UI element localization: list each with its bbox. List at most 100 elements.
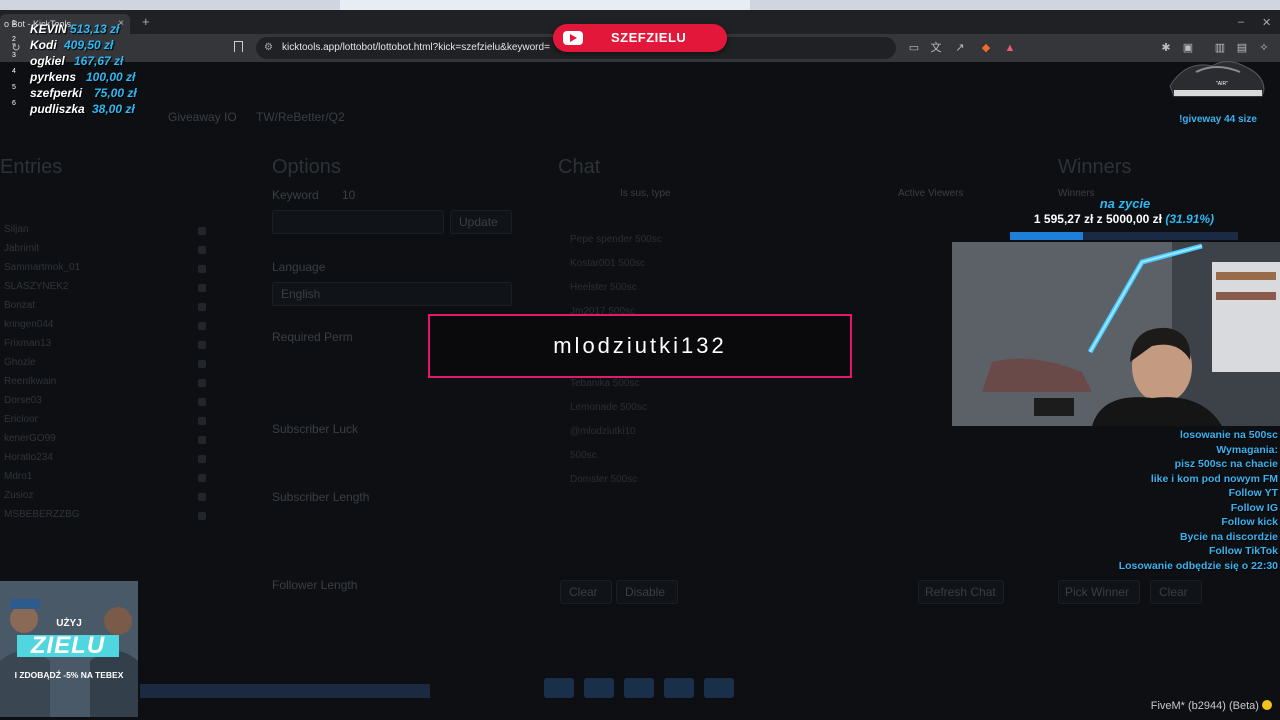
options-heading: Options [272, 156, 341, 178]
minimize-icon[interactable]: – [1238, 16, 1244, 28]
rewards-icon[interactable]: ▲ [1004, 42, 1016, 54]
entry-remove-icon[interactable] [198, 246, 206, 254]
entry-row[interactable]: MSBEBERZZBG [4, 509, 214, 523]
winner-name: mlodziutki132 [553, 333, 727, 358]
translate-icon[interactable]: 文 [930, 42, 942, 54]
donor-name: pudliszka [30, 102, 85, 116]
follower-length-label: Follower Length [272, 578, 358, 592]
entry-remove-icon[interactable] [198, 398, 206, 406]
rule-line: losowanie na 500sc [1179, 429, 1278, 441]
keyword-label: Keyword [272, 188, 319, 202]
entry-remove-icon[interactable] [198, 512, 206, 520]
language-select[interactable]: English [272, 282, 512, 306]
tab-giveaway[interactable]: Giveaway IO [168, 110, 237, 124]
winners-heading: Winners [1058, 156, 1132, 178]
entry-remove-icon[interactable] [198, 493, 206, 501]
entry-remove-icon[interactable] [198, 360, 206, 368]
entry-row[interactable]: Bonzat [4, 300, 214, 314]
subscriber-luck-label: Subscriber Luck [272, 422, 359, 436]
entry-row[interactable]: Dorse03 [4, 395, 214, 409]
fivem-status-icon [1262, 700, 1272, 710]
entry-remove-icon[interactable] [198, 322, 206, 330]
promo-discount: I ZDOBĄDŹ -5% NA TEBEX [14, 670, 124, 680]
entry-remove-icon[interactable] [198, 379, 206, 387]
rule-line: like i kom pod nowym FM [1150, 472, 1278, 485]
rule-line: Follow kick [1221, 516, 1278, 528]
entry-row[interactable]: Frixman13 [4, 338, 214, 352]
donor-name: ogkiel [30, 54, 65, 68]
tool-button-1[interactable] [544, 678, 574, 698]
entry-row[interactable]: kringen044 [4, 319, 214, 333]
tool-button-4[interactable] [664, 678, 694, 698]
entry-remove-icon[interactable] [198, 227, 206, 235]
entry-name: Frixman13 [4, 338, 52, 349]
sneaker-tag: "AIR" [1216, 81, 1228, 87]
entry-remove-icon[interactable] [198, 265, 206, 273]
tab-rebetter[interactable]: TW/ReBetter/Q2 [256, 110, 345, 124]
entry-remove-icon[interactable] [198, 341, 206, 349]
entry-row[interactable]: Jabrimit [4, 243, 214, 257]
entry-row[interactable]: SLASZYNEK2 [4, 281, 214, 295]
promo-banner: UŻYJ ZIELU I ZDOBĄDŹ -5% NA TEBEX [0, 581, 138, 717]
tool-button-2[interactable] [584, 678, 614, 698]
update-button[interactable]: Update [450, 210, 512, 234]
donor-rank: 5 [12, 84, 16, 91]
pick-winner-label: Pick Winner [1065, 585, 1130, 599]
goal-progress-fill [1010, 232, 1083, 240]
chat-heading: Chat [558, 156, 601, 178]
refresh-chat-button[interactable]: Refresh Chat [918, 580, 1004, 604]
winner-modal[interactable]: mlodziutki132 [428, 314, 852, 378]
new-tab-button[interactable]: + [142, 14, 150, 30]
brave-shield-icon[interactable]: ◆ [980, 42, 992, 54]
language-value: English [281, 287, 321, 301]
donor-amount: 513,13 zł [70, 22, 120, 36]
youtube-channel-name: SZEFZIELU [611, 30, 687, 45]
site-info-icon[interactable]: ⚙ [264, 37, 273, 59]
entry-row[interactable]: Mdro1 [4, 471, 214, 485]
entry-remove-icon[interactable] [198, 417, 206, 425]
entry-remove-icon[interactable] [198, 455, 206, 463]
disable-button[interactable]: Disable [616, 580, 678, 604]
goal-amount-text: 1 595,27 zł z 5000,00 zł [1033, 212, 1163, 226]
donor-name: KEVIN [30, 22, 67, 36]
entry-name: Dorse03 [4, 395, 42, 406]
entry-row[interactable]: Sammartmok_01 [4, 262, 214, 276]
share-icon[interactable]: ↗ [954, 42, 966, 54]
chat-filter: Is sus, type [620, 188, 671, 199]
pick-winner-button[interactable]: Pick Winner [1058, 580, 1140, 604]
entry-row[interactable]: Ghozle [4, 357, 214, 371]
tool-button-3[interactable] [624, 678, 654, 698]
entry-name: Horatio234 [4, 452, 53, 463]
entry-row[interactable]: Horatio234 [4, 452, 214, 466]
chat-message: Pepe spender 500sc [570, 234, 662, 245]
fivem-build-text: FiveM* (b2944) (Beta) [1150, 700, 1259, 712]
entry-remove-icon[interactable] [198, 303, 206, 311]
taskbar-strip [140, 684, 430, 698]
entry-remove-icon[interactable] [198, 474, 206, 482]
keyword-value: 10 [342, 188, 356, 202]
camera-blocked-icon[interactable]: ▭ [908, 42, 920, 54]
tool-button-5[interactable] [704, 678, 734, 698]
clear-chat-button[interactable]: Clear [560, 580, 612, 604]
entry-remove-icon[interactable] [198, 284, 206, 292]
entry-row[interactable]: kenerGO99 [4, 433, 214, 447]
entry-remove-icon[interactable] [198, 436, 206, 444]
sneaker-image: "AIR" [1169, 61, 1265, 97]
goal-percent: (31.91%) [1165, 212, 1215, 226]
entry-name: Siljan [4, 224, 29, 235]
language-label: Language [272, 260, 326, 274]
entry-name: ReenIkwain [4, 376, 57, 387]
entry-name: Zusioz [4, 490, 34, 501]
entry-row[interactable]: Ericloor [4, 414, 214, 428]
donor-amount: 38,00 zł [92, 102, 135, 116]
chat-message: Tebanika 500sc [570, 378, 640, 389]
bookmark-icon[interactable] [234, 41, 243, 52]
entry-row[interactable]: Zusioz [4, 490, 214, 504]
donor-amount: 409,50 zł [64, 38, 114, 52]
fivem-build: FiveM* (b2944) (Beta) [1151, 700, 1272, 712]
keyword-input[interactable] [272, 210, 444, 234]
clear-winners-button[interactable]: Clear [1150, 580, 1202, 604]
close-window-icon[interactable]: ✕ [1262, 16, 1271, 29]
entry-row[interactable]: Siljan [4, 224, 214, 238]
entry-row[interactable]: ReenIkwain [4, 376, 214, 390]
